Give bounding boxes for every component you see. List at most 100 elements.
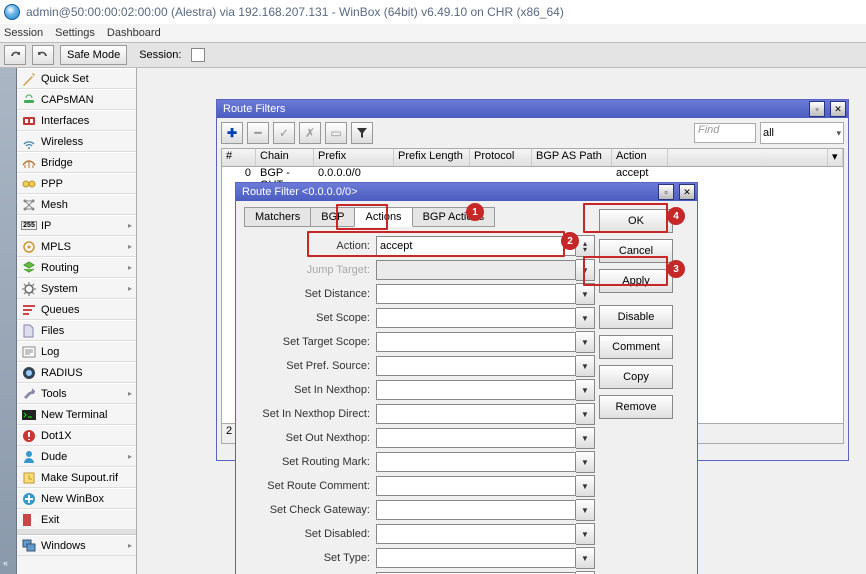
route-comment-input[interactable] <box>376 476 576 496</box>
detail-close-icon[interactable]: ✕ <box>679 184 695 200</box>
in-nexthop-direct-input[interactable] <box>376 404 576 424</box>
menu-session[interactable]: Session <box>4 27 43 39</box>
safemode-button[interactable]: Safe Mode <box>60 45 127 65</box>
pref-source-input[interactable] <box>376 356 576 376</box>
rf-title-btn-a[interactable]: ▫ <box>809 101 825 117</box>
out-nexthop-input[interactable] <box>376 428 576 448</box>
disable-button[interactable]: ✗ <box>299 122 321 144</box>
set-disabled-input[interactable] <box>376 524 576 544</box>
menu-dashboard[interactable]: Dashboard <box>107 27 161 39</box>
sidebar-item-wireless[interactable]: Wireless <box>17 131 136 152</box>
ip-icon: 255 <box>21 218 37 234</box>
mpls-icon <box>21 239 37 255</box>
sidebar-item-queues[interactable]: Queues <box>17 299 136 320</box>
sidebar-item-label: Wireless <box>41 136 83 148</box>
sidebar-item-label: New Terminal <box>41 409 107 421</box>
tab-bgp-actions[interactable]: BGP Actions <box>412 207 496 227</box>
sidebar-item-label: Make Supout.rif <box>41 472 118 484</box>
sidebar-item-label: CAPsMAN <box>41 94 94 106</box>
sidebar-item-label: Dot1X <box>41 430 72 442</box>
sidebar-item-log[interactable]: Log <box>17 341 136 362</box>
cancel-button[interactable]: Cancel <box>599 239 673 263</box>
sidebar-item-label: Interfaces <box>41 115 89 127</box>
sidebar-item-new-terminal[interactable]: New Terminal <box>17 404 136 425</box>
sidebar-item-mpls[interactable]: MPLS▸ <box>17 236 136 257</box>
sidebar-item-make-supout-rif[interactable]: Make Supout.rif <box>17 467 136 488</box>
ok-button[interactable]: OK <box>599 209 673 233</box>
find-input[interactable]: Find <box>694 123 756 143</box>
remove-button[interactable]: ━ <box>247 122 269 144</box>
target-scope-input[interactable] <box>376 332 576 352</box>
tab-bgp[interactable]: BGP <box>310 207 355 227</box>
set-type-input[interactable] <box>376 548 576 568</box>
table-row[interactable]: 0 BGP - OUT 0.0.0.0/0 accept <box>221 167 844 183</box>
scope-input[interactable] <box>376 308 576 328</box>
filter-button[interactable] <box>351 122 373 144</box>
comment-button[interactable]: ▭ <box>325 122 347 144</box>
sidebar-item-files[interactable]: Files <box>17 320 136 341</box>
sidebar-item-ppp[interactable]: PPP <box>17 173 136 194</box>
bridge-icon <box>21 155 37 171</box>
sidebar-item-radius[interactable]: RADIUS <box>17 362 136 383</box>
sidebar-item-windows[interactable]: Windows▸ <box>17 535 136 556</box>
sidebar-item-dude[interactable]: Dude▸ <box>17 446 136 467</box>
windows-icon <box>21 538 37 554</box>
rf-close-icon[interactable]: ✕ <box>830 101 846 117</box>
sidebar-item-label: Tools <box>41 388 67 400</box>
sidebar-item-dot1x[interactable]: Dot1X <box>17 425 136 446</box>
sidebar-item-routing[interactable]: Routing▸ <box>17 257 136 278</box>
route-filter-detail-window: Route Filter <0.0.0.0/0> ▫ ✕ Matchers BG… <box>235 182 698 574</box>
newwinbox-icon <box>21 491 37 507</box>
enable-button[interactable]: ✓ <box>273 122 295 144</box>
copy-button[interactable]: Copy <box>599 365 673 389</box>
terminal-icon <box>21 407 37 423</box>
capsman-icon <box>21 92 37 108</box>
sidebar-item-label: Files <box>41 325 64 337</box>
detail-title-btn-a[interactable]: ▫ <box>658 184 674 200</box>
menu-settings[interactable]: Settings <box>55 27 95 39</box>
sidebar-item-ip[interactable]: 255IP▸ <box>17 215 136 236</box>
add-button[interactable]: ✚ <box>221 122 243 144</box>
app-logo <box>4 4 20 20</box>
sidebar-item-label: System <box>41 283 78 295</box>
distance-input[interactable] <box>376 284 576 304</box>
filter-select[interactable]: all <box>760 122 844 144</box>
sidebar-item-label: Mesh <box>41 199 68 211</box>
tab-matchers[interactable]: Matchers <box>244 207 311 227</box>
sidebar-item-bridge[interactable]: Bridge <box>17 152 136 173</box>
jump-input <box>376 260 576 280</box>
comment-side-button[interactable]: Comment <box>599 335 673 359</box>
in-nexthop-input[interactable] <box>376 380 576 400</box>
apply-button[interactable]: Apply <box>599 269 673 293</box>
sidebar-item-exit[interactable]: Exit <box>17 509 136 530</box>
action-dropdown[interactable] <box>576 235 595 257</box>
sidebar-item-label: MPLS <box>41 241 71 253</box>
collapse-arrow-icon[interactable]: « <box>3 558 8 568</box>
tab-actions[interactable]: Actions <box>354 207 412 227</box>
sidebar-item-label: Bridge <box>41 157 73 169</box>
routing-mark-input[interactable] <box>376 452 576 472</box>
jump-drop[interactable] <box>576 259 595 281</box>
interfaces-icon <box>21 113 37 129</box>
check-gateway-input[interactable] <box>376 500 576 520</box>
sidebar-item-label: IP <box>41 220 51 232</box>
action-input[interactable]: accept <box>376 236 576 256</box>
remove-side-button[interactable]: Remove <box>599 395 673 419</box>
exit-icon <box>21 512 37 528</box>
sidebar-item-interfaces[interactable]: Interfaces <box>17 110 136 131</box>
action-label: Action: <box>240 240 376 252</box>
session-checkbox[interactable] <box>191 48 205 62</box>
redo-button[interactable] <box>32 45 54 65</box>
disable-side-button[interactable]: Disable <box>599 305 673 329</box>
wand-icon <box>21 71 37 87</box>
sidebar-item-mesh[interactable]: Mesh <box>17 194 136 215</box>
sidebar-item-new-winbox[interactable]: New WinBox <box>17 488 136 509</box>
sidebar-item-tools[interactable]: Tools▸ <box>17 383 136 404</box>
sidebar-item-label: Quick Set <box>41 73 89 85</box>
chevron-right-icon: ▸ <box>128 263 132 272</box>
sidebar-item-quick-set[interactable]: Quick Set <box>17 68 136 89</box>
chevron-right-icon: ▸ <box>128 541 132 550</box>
undo-button[interactable] <box>4 45 26 65</box>
sidebar-item-capsman[interactable]: CAPsMAN <box>17 89 136 110</box>
sidebar-item-system[interactable]: System▸ <box>17 278 136 299</box>
